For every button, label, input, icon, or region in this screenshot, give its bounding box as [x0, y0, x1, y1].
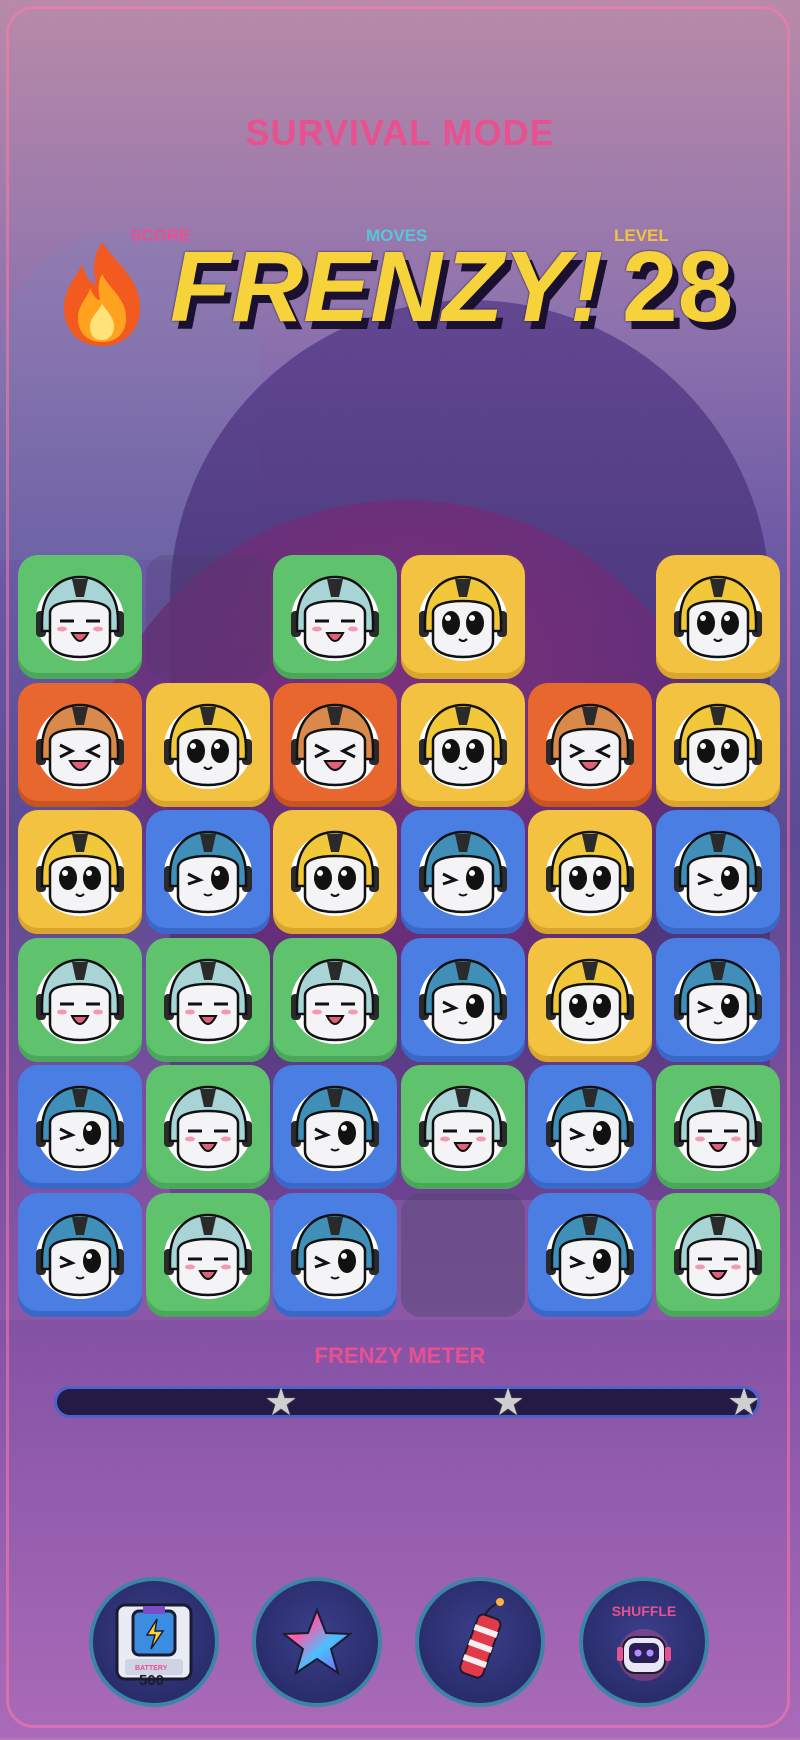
board-tile-yellow[interactable] [400, 555, 525, 679]
board-tile-green[interactable] [655, 1192, 780, 1317]
yellow-robot-face-icon [673, 575, 762, 661]
meter-star-icon: ★ [491, 1380, 526, 1424]
green-robot-face-icon [291, 958, 379, 1044]
green-robot-face-icon [673, 1213, 762, 1299]
meter-star-icon: ★ [727, 1380, 762, 1424]
rainbow-star-powerup-button[interactable] [252, 1577, 382, 1707]
yellow-robot-face-icon [418, 703, 507, 789]
board-tile-blue[interactable] [528, 1065, 652, 1189]
board-tile-yellow[interactable] [18, 810, 142, 934]
board-tile-yellow[interactable] [655, 555, 780, 679]
blue-robot-face-icon [673, 958, 762, 1044]
robot-icon [617, 1629, 671, 1681]
board-tile-yellow[interactable] [400, 682, 525, 807]
green-robot-face-icon [291, 575, 379, 661]
board-tile-blue[interactable] [400, 937, 525, 1062]
firecracker-icon [459, 1598, 504, 1679]
green-robot-face-icon [163, 1213, 252, 1299]
board-tile-orange[interactable] [273, 682, 397, 807]
green-robot-face-icon [36, 958, 124, 1044]
board-tile-blue[interactable] [18, 1065, 142, 1189]
frenzy-meter-bar [54, 1386, 760, 1418]
blue-robot-face-icon [546, 1085, 634, 1171]
shuffle-powerup-button[interactable]: SHUFFLE [579, 1577, 709, 1707]
match-board [18, 555, 782, 1320]
yellow-robot-face-icon [36, 830, 124, 916]
shuffle-label: SHUFFLE [611, 1603, 677, 1619]
board-tile-yellow[interactable] [655, 682, 780, 807]
blue-robot-face-icon [36, 1213, 124, 1299]
board-tile-orange[interactable] [528, 682, 652, 807]
board-tile-green[interactable] [145, 1192, 270, 1317]
yellow-robot-face-icon [163, 703, 252, 789]
green-robot-face-icon [163, 958, 252, 1044]
frenzy-meter-title: FRENZY METER [314, 1343, 486, 1368]
fire-icon [64, 242, 140, 346]
frenzy-text: FRENZY! [170, 231, 604, 343]
board-tile-green[interactable] [145, 937, 270, 1062]
board-tile-blue[interactable] [655, 810, 780, 934]
board-tile-blue[interactable] [528, 1192, 652, 1317]
yellow-robot-face-icon [546, 958, 634, 1044]
firecracker-powerup-button[interactable] [415, 1577, 545, 1707]
board-tile-yellow[interactable] [528, 810, 652, 934]
board-tile-green[interactable] [400, 1065, 525, 1189]
rainbow-star-icon [282, 1607, 352, 1676]
orange-robot-face-icon [36, 703, 124, 789]
blue-robot-face-icon [291, 1213, 379, 1299]
blue-robot-face-icon [418, 830, 507, 916]
board-tile-green[interactable] [145, 1065, 270, 1189]
empty-board-cell [400, 1192, 525, 1317]
battery-powerup-button[interactable]: BATTERY 500 [89, 1577, 219, 1707]
board-tile-blue[interactable] [655, 937, 780, 1062]
meter-star-icon: ★ [264, 1380, 299, 1424]
board-tile-yellow[interactable] [273, 810, 397, 934]
green-robot-face-icon [36, 575, 124, 661]
yellow-robot-face-icon [291, 830, 379, 916]
green-robot-face-icon [418, 1085, 507, 1171]
board-tile-green[interactable] [273, 937, 397, 1062]
blue-robot-face-icon [418, 958, 507, 1044]
orange-robot-face-icon [291, 703, 379, 789]
board-tile-orange[interactable] [18, 682, 142, 807]
board-tile-green[interactable] [655, 1065, 780, 1189]
blue-robot-face-icon [673, 830, 762, 916]
board-tile-blue[interactable] [18, 1192, 142, 1317]
green-robot-face-icon [673, 1085, 762, 1171]
yellow-robot-face-icon [418, 575, 507, 661]
board-tile-green[interactable] [273, 555, 397, 679]
mode-title: SURVIVAL MODE [245, 112, 555, 153]
board-tile-blue[interactable] [145, 810, 270, 934]
board-tile-blue[interactable] [273, 1192, 397, 1317]
frenzy-banner: FRENZY! 28 [170, 232, 770, 342]
blue-robot-face-icon [291, 1085, 379, 1171]
green-robot-face-icon [163, 1085, 252, 1171]
blue-robot-face-icon [163, 830, 252, 916]
yellow-robot-face-icon [546, 830, 634, 916]
board-tile-blue[interactable] [273, 1065, 397, 1189]
board-tile-green[interactable] [18, 937, 142, 1062]
blue-robot-face-icon [36, 1085, 124, 1171]
blue-robot-face-icon [546, 1213, 634, 1299]
board-tile-green[interactable] [18, 555, 142, 679]
empty-board-cell [145, 555, 270, 679]
board-tile-yellow[interactable] [145, 682, 270, 807]
board-tile-blue[interactable] [400, 810, 525, 934]
battery-label: BATTERY [135, 1665, 168, 1672]
yellow-robot-face-icon [673, 703, 762, 789]
battery-value: 500 [139, 1672, 165, 1689]
level-value: 28 [622, 231, 734, 343]
orange-robot-face-icon [546, 703, 634, 789]
board-tile-yellow[interactable] [528, 937, 652, 1062]
